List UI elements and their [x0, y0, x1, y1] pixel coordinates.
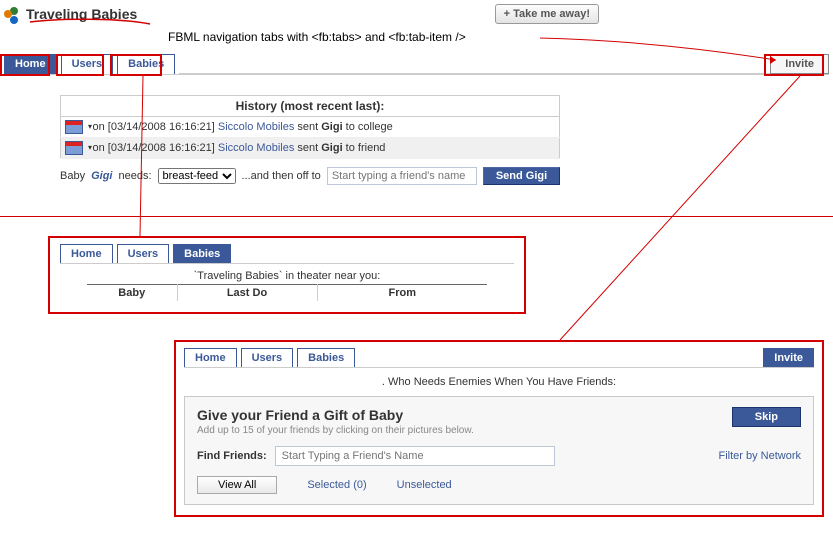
tab-home[interactable]: Home [60, 244, 113, 263]
find-friends-input[interactable] [275, 446, 555, 466]
history-baby: Gigi [321, 142, 342, 154]
history-ts: on [03/14/2008 16:16:21] [93, 121, 215, 133]
tab-invite[interactable]: Invite [763, 348, 814, 367]
selected-link[interactable]: Selected (0) [307, 479, 366, 491]
history-baby: Gigi [321, 121, 342, 133]
find-friends-label: Find Friends: [197, 450, 267, 462]
tab-babies[interactable]: Babies [297, 348, 355, 367]
tab-home[interactable]: Home [4, 54, 57, 74]
tab-users[interactable]: Users [117, 244, 170, 263]
history-panel: History (most recent last): on [03/14/20… [60, 95, 560, 159]
gift-subtitle: Add up to 15 of your friends by clicking… [197, 425, 474, 436]
col-from: From [317, 285, 487, 302]
tab-users[interactable]: Users [241, 348, 294, 367]
view-all-button[interactable]: View All [197, 476, 277, 494]
app-title: Traveling Babies [26, 6, 137, 22]
main-tab-bar: Home Users Babies Invite [4, 54, 829, 75]
col-lastdo: Last Do [177, 285, 317, 302]
unselected-link[interactable]: Unselected [397, 479, 452, 491]
tab-invite[interactable]: Invite [770, 54, 829, 74]
annotation-divider [0, 216, 833, 217]
gift-title: Give your Friend a Gift of Baby [197, 407, 474, 423]
send-gigi-button[interactable]: Send Gigi [483, 167, 560, 185]
invite-subtitle: . Who Needs Enemies When You Have Friend… [184, 376, 814, 388]
col-baby: Baby [87, 285, 177, 302]
tab-babies[interactable]: Babies [117, 54, 175, 74]
tab-babies[interactable]: Babies [173, 244, 231, 263]
inset-babies-caption: `Traveling Babies` in theater near you: [60, 270, 514, 282]
app-icon [4, 6, 20, 22]
take-me-away-button[interactable]: Take me away! [495, 4, 599, 24]
tab-users[interactable]: Users [61, 54, 114, 74]
history-user-link[interactable]: Siccolo Mobiles [218, 142, 294, 154]
friend-input[interactable] [327, 167, 477, 185]
inset-babies-tabs: Home Users Babies [60, 244, 514, 264]
tab-home[interactable]: Home [184, 348, 237, 367]
invite-box: Give your Friend a Gift of Baby Add up t… [184, 396, 814, 505]
inset-invite-panel: Home Users Babies Invite . Who Needs Ene… [174, 340, 824, 517]
history-heading: History (most recent last): [61, 96, 560, 117]
history-user-link[interactable]: Siccolo Mobiles [218, 121, 294, 133]
filter-by-network-link[interactable]: Filter by Network [718, 450, 801, 462]
calendar-icon[interactable] [65, 120, 83, 134]
needs-row: Baby Gigi needs: breast-feed ...and then… [60, 167, 829, 185]
history-ts: on [03/14/2008 16:16:21] [93, 142, 215, 154]
history-row: on [03/14/2008 16:16:21] Siccolo Mobiles… [61, 138, 560, 159]
inset-babies-panel: Home Users Babies `Traveling Babies` in … [48, 236, 526, 314]
skip-button[interactable]: Skip [732, 407, 801, 427]
needs-select[interactable]: breast-feed [158, 168, 236, 184]
inset-invite-tabs: Home Users Babies Invite [184, 348, 814, 368]
baby-name: Gigi [91, 170, 112, 182]
annotation-caption: FBML navigation tabs with <fb:tabs> and … [168, 30, 466, 44]
history-row: on [03/14/2008 16:16:21] Siccolo Mobiles… [61, 117, 560, 138]
calendar-icon[interactable] [65, 141, 83, 155]
